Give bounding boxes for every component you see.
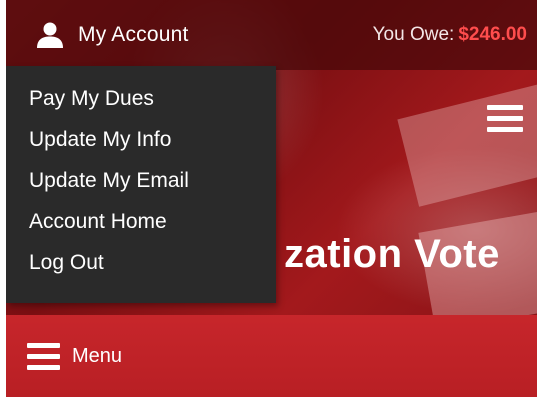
top-bar: My Account You Owe: $246.00: [6, 0, 537, 70]
my-account-toggle[interactable]: My Account: [36, 22, 189, 48]
owe-amount: $246.00: [458, 24, 527, 45]
hero-title: zation Vote: [284, 232, 500, 276]
balance-owed: You Owe: $246.00: [373, 24, 527, 46]
owe-label: You Owe:: [372, 24, 455, 45]
menu-item-account-home[interactable]: Account Home: [6, 207, 276, 248]
menu-label: Menu: [72, 344, 123, 367]
hero-sign-graphic: [397, 83, 537, 207]
my-account-label: My Account: [78, 23, 189, 46]
menu-bar[interactable]: Menu: [6, 315, 537, 397]
menu-item-pay-dues[interactable]: Pay My Dues: [6, 84, 276, 125]
menu-item-update-info[interactable]: Update My Info: [6, 125, 276, 166]
menu-item-log-out[interactable]: Log Out: [6, 248, 276, 289]
hamburger-icon: [27, 342, 60, 370]
hamburger-icon[interactable]: [487, 105, 523, 132]
user-icon: [37, 22, 63, 48]
app-frame: zation Vote My Account You Owe: $246.00 P…: [6, 0, 537, 397]
menu-item-update-email[interactable]: Update My Email: [6, 166, 276, 207]
account-dropdown-menu: Pay My Dues Update My Info Update My Ema…: [6, 66, 276, 303]
